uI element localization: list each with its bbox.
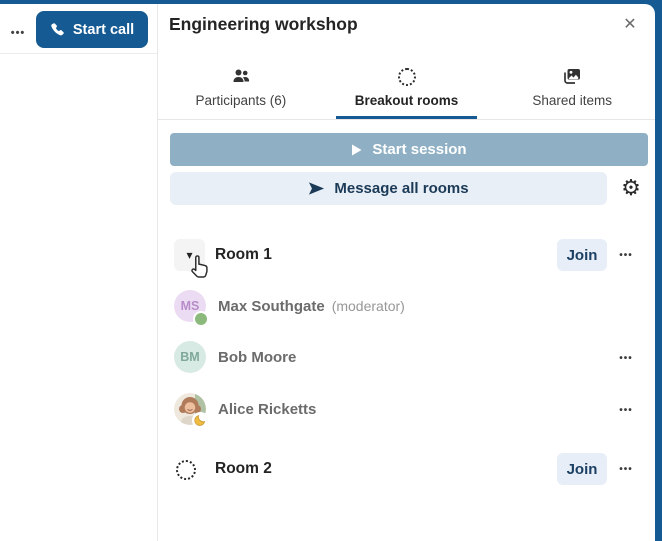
tab-breakout-rooms[interactable]: Breakout rooms	[324, 56, 490, 119]
message-all-rooms-button[interactable]: Message all rooms	[170, 172, 607, 205]
panel-title: Engineering workshop	[169, 14, 358, 35]
presence-away-moon-icon	[192, 412, 209, 429]
message-all-rooms-label: Message all rooms	[334, 180, 468, 197]
room-row-1: ▾ Room 1 Join •••	[158, 238, 655, 274]
start-call-button[interactable]: Start call	[36, 11, 148, 48]
presence-available-icon	[193, 311, 209, 327]
meeting-left-rail: ••• Start call	[0, 4, 157, 541]
avatar: BM	[174, 341, 206, 373]
rail-header-divider	[0, 53, 157, 54]
close-panel-icon[interactable]: ✕	[620, 14, 640, 34]
panel-tabs: Participants (6) Breakout rooms Shared i…	[158, 56, 655, 119]
room1-more-icon[interactable]: •••	[614, 239, 638, 271]
participant-more-icon[interactable]: •••	[614, 394, 638, 426]
breakout-room-icon	[176, 460, 196, 480]
send-icon	[308, 181, 325, 196]
room-row-2: Room 2 Join •••	[158, 452, 655, 488]
tab-shared-items[interactable]: Shared items	[489, 56, 655, 119]
more-actions-icon[interactable]: •••	[7, 22, 29, 44]
participant-name: Alice Ricketts	[218, 401, 316, 418]
start-session-label: Start session	[372, 141, 466, 158]
tabs-divider	[158, 119, 655, 120]
participant-more-icon[interactable]: •••	[614, 342, 638, 374]
shared-items-icon	[562, 66, 582, 86]
rooms-settings-gear-icon[interactable]: ⚙	[618, 172, 644, 204]
start-call-label: Start call	[73, 22, 134, 38]
tab-shared-items-label: Shared items	[532, 93, 612, 108]
participant-role: (moderator)	[332, 298, 405, 314]
participant-name: Max Southgate	[218, 298, 325, 315]
participant-row-alice-ricketts[interactable]: Alice Ricketts •••	[158, 385, 655, 433]
room1-join-button[interactable]: Join	[557, 239, 607, 271]
room1-collapse-chevron-icon[interactable]: ▾	[174, 239, 205, 271]
breakout-rooms-icon	[398, 68, 416, 86]
start-session-button[interactable]: Start session	[170, 133, 648, 166]
phone-icon	[50, 22, 65, 37]
participant-row-max-southgate[interactable]: MS Max Southgate (moderator)	[158, 282, 655, 330]
play-icon	[351, 144, 362, 156]
people-icon	[231, 66, 251, 86]
room2-name: Room 2	[215, 452, 272, 486]
tab-breakout-rooms-label: Breakout rooms	[355, 93, 459, 108]
room1-name: Room 1	[215, 238, 272, 272]
tab-participants-label: Participants (6)	[195, 93, 286, 108]
breakout-rooms-panel: Engineering workshop ✕ Participants (6) …	[158, 4, 655, 541]
tab-participants[interactable]: Participants (6)	[158, 56, 324, 119]
participant-row-bob-moore[interactable]: BM Bob Moore •••	[158, 333, 655, 381]
room2-join-button[interactable]: Join	[557, 453, 607, 485]
room2-more-icon[interactable]: •••	[614, 453, 638, 485]
window-right-edge	[655, 0, 662, 541]
participant-name: Bob Moore	[218, 349, 296, 366]
